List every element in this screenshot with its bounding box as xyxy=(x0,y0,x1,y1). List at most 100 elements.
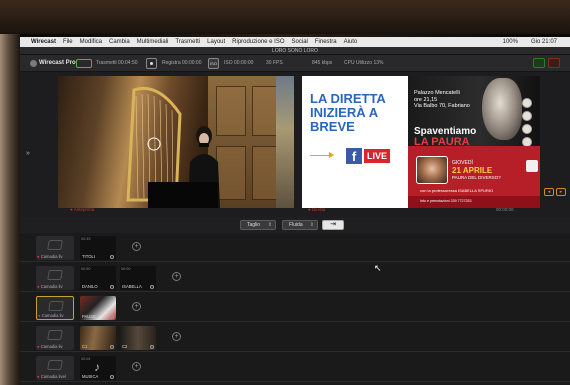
fresco-wall xyxy=(276,76,294,208)
monitor-edge xyxy=(0,34,20,385)
menu-item-edit[interactable]: Modifica xyxy=(80,39,102,45)
layer-glyph-icon xyxy=(47,360,63,370)
shot-audio-icon xyxy=(150,345,154,349)
live-monitor[interactable]: LA DIRETTA INIZIERÀ A BREVE f LIVE Palaz… xyxy=(302,76,540,208)
shot-isabella[interactable]: 00:00 ISABELLA xyxy=(120,266,156,290)
preview-monitor[interactable] xyxy=(58,76,294,208)
add-shot-button[interactable]: + xyxy=(132,302,141,311)
menu-item-social[interactable]: Social xyxy=(292,39,308,45)
layer-icon-button[interactable]: ● Camadia liv xyxy=(36,296,74,320)
layer-row: ● Camadia liv C1 C2 + xyxy=(20,323,570,352)
menu-item-window[interactable]: Finestra xyxy=(315,39,337,45)
window-title: LORO SONO LORO xyxy=(20,47,570,55)
layer-icon-button[interactable]: ● Camadia liv xyxy=(36,326,74,350)
add-shot-button[interactable]: + xyxy=(132,242,141,251)
add-shot-button[interactable]: + xyxy=(172,332,181,341)
menu-bar: Wirecast File Modifica Cambia Multimedia… xyxy=(20,37,570,47)
menu-item-switch[interactable]: Cambia xyxy=(109,39,130,45)
transition-select-cut[interactable]: Taglio xyxy=(240,220,276,230)
layer-glyph-icon xyxy=(47,240,63,250)
ambient-light xyxy=(0,0,570,34)
iso-status: ISO 00:00:00 xyxy=(224,60,254,66)
right-panel-controls: ◂ ▸ xyxy=(544,188,566,196)
layer-glyph-icon xyxy=(48,301,64,311)
event-poster: Palazzo Mencatelli ore 21,15 Via Balbo 7… xyxy=(408,76,540,208)
banner-headline: LA DIRETTA INIZIERÀ A BREVE xyxy=(310,91,386,134)
add-shot-button[interactable]: + xyxy=(132,362,141,371)
facebook-icon: f xyxy=(346,148,362,164)
panel-toggle-icon[interactable]: ▸ xyxy=(556,188,566,196)
menu-item-playback-iso[interactable]: Riproduzione e ISO xyxy=(232,39,284,45)
menu-item-broadcast[interactable]: Trasmetti xyxy=(175,39,200,45)
shot-camera-1[interactable]: C1 xyxy=(80,326,116,350)
red-control-button[interactable] xyxy=(548,58,560,68)
poster-badge-icon xyxy=(526,160,538,172)
battery-status[interactable]: 100% xyxy=(503,39,518,45)
layer-icon-button[interactable]: ● Camadia liv xyxy=(36,236,74,260)
green-control-button[interactable] xyxy=(533,58,545,68)
layer-icon-button[interactable]: ● Camadia livel xyxy=(36,356,74,380)
menu-item-media[interactable]: Multimediali xyxy=(137,39,169,45)
shot-camera-2[interactable]: C2 xyxy=(120,326,156,350)
layer-row: ● Camadia liv 00:50 DANILO 00:00 ISABELL… xyxy=(20,263,570,292)
shot-audio-icon xyxy=(110,285,114,289)
poster-info: Info e prenotazioni 339 7727253 xyxy=(420,199,472,203)
wirecast-logo-icon xyxy=(30,59,37,67)
layer-row: ● Camadia liv 00:33 TITOLI + xyxy=(20,233,570,262)
live-label: ● Diretta xyxy=(308,207,326,212)
poster-guest-photo xyxy=(416,156,448,184)
add-shot-button[interactable]: + xyxy=(172,272,181,281)
monitor-labels: ● Anteprima ● Diretta 00:00:00 xyxy=(20,207,570,216)
audio-toggle-icon[interactable]: ◂ xyxy=(544,188,554,196)
poster-venue: Palazzo Mencatelli ore 21,15 Via Balbo 7… xyxy=(414,90,470,109)
layers-panel: ● Camadia liv 00:33 TITOLI + ● Camadia l… xyxy=(20,233,570,385)
layer-glyph-icon xyxy=(47,270,63,280)
poster-face-image xyxy=(482,78,522,140)
toolbar: Wirecast Pro Trasmetti 00:04:50 Registra… xyxy=(20,55,570,72)
expand-left-icon[interactable]: » xyxy=(26,150,30,157)
stream-status: Trasmetti 00:04:50 xyxy=(96,60,138,66)
record-dot-icon xyxy=(150,62,153,65)
iso-button[interactable]: ISO xyxy=(208,58,219,69)
poster-guest-line: con la professoressa ISABELLA SPURIO xyxy=(420,188,494,193)
preview-area: » LA DIRETTA INIZIERÀ A BREVE f LIVE Pal… xyxy=(20,72,570,217)
bitrate-readout: 845 kbps xyxy=(312,60,333,66)
shot-titoli[interactable]: 00:33 TITOLI xyxy=(80,236,116,260)
shot-audio-icon xyxy=(110,315,114,319)
layer-row: ● Camadia livel 00:04 ♪ MUSICA + xyxy=(20,353,570,382)
shot-audio-icon xyxy=(110,375,114,379)
window-controls xyxy=(533,58,560,68)
record-button[interactable] xyxy=(146,58,157,69)
cpu-readout: CPU Utilizzo 13% xyxy=(344,60,384,66)
shot-audio-icon xyxy=(150,285,154,289)
shot-danilo[interactable]: 00:50 DANILO xyxy=(80,266,116,290)
poster-date: 21 APRILE xyxy=(452,166,493,175)
layer-row: ● Camadia liv PAUSE + xyxy=(20,293,570,322)
sponsor-logo-icon xyxy=(522,111,532,121)
menu-item-file[interactable]: File xyxy=(63,39,73,45)
music-note-icon: ♪ xyxy=(94,360,100,374)
menu-item-app[interactable]: Wirecast xyxy=(31,39,56,45)
preview-label: ● Anteprima xyxy=(70,207,95,212)
clock[interactable]: Gio 21:07 xyxy=(531,39,557,45)
live-banner: LA DIRETTA INIZIERÀ A BREVE f LIVE xyxy=(302,76,408,208)
stream-wifi-icon[interactable] xyxy=(76,58,92,68)
transition-select-smooth[interactable]: Fluida xyxy=(282,220,318,230)
layer-icon-button[interactable]: ● Camadia liv xyxy=(36,266,74,290)
live-badge: LIVE xyxy=(364,149,391,163)
mouse-cursor-icon: ↖ xyxy=(374,263,382,273)
layer-glyph-icon xyxy=(47,330,63,340)
menu-item-layout[interactable]: Layout xyxy=(207,39,225,45)
record-status: Registra 00:00:00 xyxy=(162,60,202,66)
menu-item-help[interactable]: Aiuto xyxy=(344,39,358,45)
sponsor-logo-icon xyxy=(522,98,532,108)
go-button[interactable]: ⇥ xyxy=(322,220,344,230)
poster-subtitle: PAURA DEL DIVERSO? xyxy=(452,175,501,180)
shot-pause[interactable]: PAUSE xyxy=(80,296,116,320)
shot-musica[interactable]: 00:04 ♪ MUSICA xyxy=(80,356,116,380)
shot-audio-icon xyxy=(110,345,114,349)
music-stand xyxy=(148,182,218,208)
transition-controls: Taglio Fluida ⇥ xyxy=(20,218,570,232)
app-brand: Wirecast Pro xyxy=(30,59,76,67)
fps-readout: 30 FPS xyxy=(266,60,283,66)
